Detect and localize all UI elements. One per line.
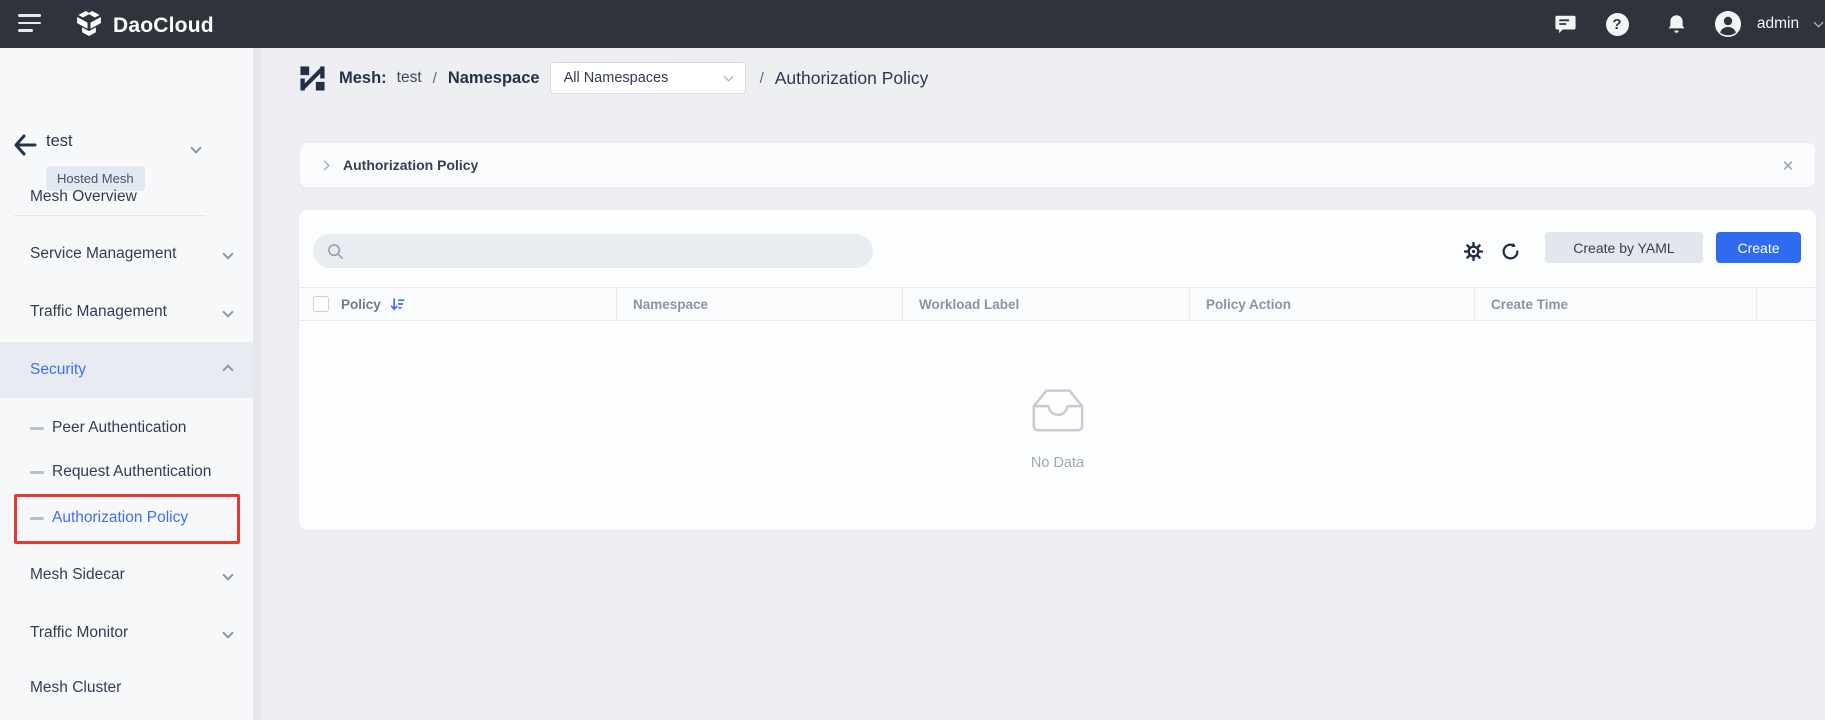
sidebar-item-label: Service Management (30, 245, 176, 263)
empty-box-icon (1023, 381, 1093, 439)
sort-descending-icon[interactable] (390, 297, 405, 312)
gear-icon[interactable] (1463, 241, 1483, 261)
column-label: Create Time (1475, 297, 1568, 312)
column-label: Workload Label (903, 297, 1019, 312)
table-header-workload-label: Workload Label (903, 288, 1190, 320)
user-avatar-icon[interactable] (1712, 0, 1744, 48)
authorization-policy-panel: Authorization Policy ✕ (299, 142, 1816, 188)
create-by-yaml-button[interactable]: Create by YAML (1545, 232, 1703, 263)
chevron-down-icon (723, 71, 733, 81)
table-header-actions (1757, 288, 1816, 320)
user-menu[interactable]: admin (1755, 0, 1801, 48)
sidebar-item-label: Security (30, 361, 86, 379)
breadcrumb: Mesh: test / Namespace All Namespaces / … (299, 58, 928, 98)
search-icon (327, 243, 344, 260)
sidebar-item-security[interactable]: Security (0, 342, 253, 398)
breadcrumb-separator: / (433, 70, 437, 87)
empty-state-text: No Data (1031, 455, 1084, 471)
column-label: Policy (329, 297, 381, 312)
chevron-down-icon[interactable] (1808, 0, 1825, 48)
namespace-select[interactable]: All Namespaces (550, 62, 746, 94)
chevron-down-icon (224, 245, 232, 263)
dash-icon (30, 427, 44, 430)
sidebar-item-label: Mesh Overview (30, 188, 137, 206)
hamburger-menu-icon[interactable] (18, 14, 42, 34)
create-button[interactable]: Create (1716, 232, 1801, 263)
brand: DaoCloud (74, 8, 214, 43)
column-label: Policy Action (1190, 297, 1291, 312)
sidebar-item-peer-authentication[interactable]: Peer Authentication (0, 408, 253, 448)
search-bar[interactable] (313, 234, 873, 268)
username: admin (1757, 15, 1799, 33)
sidebar-item-label: Mesh Cluster (30, 679, 121, 697)
dash-icon (30, 517, 44, 520)
daocloud-cube-icon (74, 8, 104, 43)
chevron-down-icon (224, 303, 232, 321)
sidebar-item-label: Peer Authentication (52, 419, 186, 437)
panel-title: Authorization Policy (343, 157, 478, 173)
breadcrumb-separator: / (760, 70, 764, 87)
sidebar-item-service-management[interactable]: Service Management (0, 234, 253, 274)
chevron-right-icon[interactable] (321, 162, 328, 169)
sidebar-item-authorization-policy[interactable]: Authorization Policy (0, 498, 253, 538)
sidebar-item-traffic-management[interactable]: Traffic Management (0, 292, 253, 332)
table-header: Policy Namespace Workload Label Policy A… (299, 287, 1816, 321)
chevron-down-icon (224, 624, 232, 642)
chevron-down-icon (224, 566, 232, 584)
bell-icon[interactable] (1662, 0, 1690, 48)
column-label: Namespace (617, 297, 708, 312)
daocloud-mesh-app: DaoCloud ? admin test Hosted Mesh (0, 0, 1825, 720)
breadcrumb-mesh-value[interactable]: test (397, 69, 422, 87)
mesh-name: test (46, 132, 73, 151)
search-input[interactable] (344, 234, 873, 268)
sidebar-item-mesh-overview[interactable]: Mesh Overview (0, 177, 253, 217)
mesh-icon (299, 65, 326, 92)
topbar: DaoCloud ? admin (0, 0, 1825, 48)
sidebar-item-label: Traffic Monitor (30, 624, 128, 642)
empty-state: No Data (299, 321, 1816, 501)
chat-icon[interactable] (1551, 0, 1579, 48)
refresh-icon[interactable] (1500, 241, 1520, 261)
select-all-checkbox[interactable] (313, 296, 329, 312)
breadcrumb-namespace-label: Namespace (448, 69, 540, 88)
sidebar-item-traffic-monitor[interactable]: Traffic Monitor (0, 613, 253, 653)
brand-name: DaoCloud (113, 14, 214, 38)
sidebar-item-mesh-cluster[interactable]: Mesh Cluster (0, 668, 253, 708)
table-header-policy-action: Policy Action (1190, 288, 1475, 320)
policy-list-card: Create by YAML Create Policy (299, 210, 1816, 530)
sidebar-item-mesh-sidecar[interactable]: Mesh Sidecar (0, 555, 253, 595)
chevron-up-icon (224, 361, 232, 379)
table-header-create-time: Create Time (1475, 288, 1757, 320)
breadcrumb-mesh-label: Mesh: (339, 69, 387, 88)
dash-icon (30, 471, 44, 474)
mesh-header: test (0, 126, 253, 164)
help-icon[interactable]: ? (1603, 0, 1631, 48)
sidebar-item-label: Mesh Sidecar (30, 566, 125, 584)
sidebar-item-label: Authorization Policy (52, 509, 188, 527)
breadcrumb-current-page: Authorization Policy (775, 68, 929, 89)
close-icon[interactable]: ✕ (1777, 155, 1799, 177)
sidebar: test Hosted Mesh Mesh Overview Service M… (0, 48, 253, 720)
sidebar-item-label: Request Authentication (52, 463, 211, 481)
sidebar-item-request-authentication[interactable]: Request Authentication (0, 452, 253, 492)
sidebar-scrollbar[interactable] (253, 48, 262, 720)
table-header-policy: Policy (299, 288, 617, 320)
namespace-select-value: All Namespaces (564, 70, 669, 86)
table-header-namespace: Namespace (617, 288, 903, 320)
back-arrow-icon[interactable] (13, 134, 37, 156)
sidebar-item-label: Traffic Management (30, 303, 167, 321)
chevron-down-icon[interactable] (192, 139, 200, 157)
